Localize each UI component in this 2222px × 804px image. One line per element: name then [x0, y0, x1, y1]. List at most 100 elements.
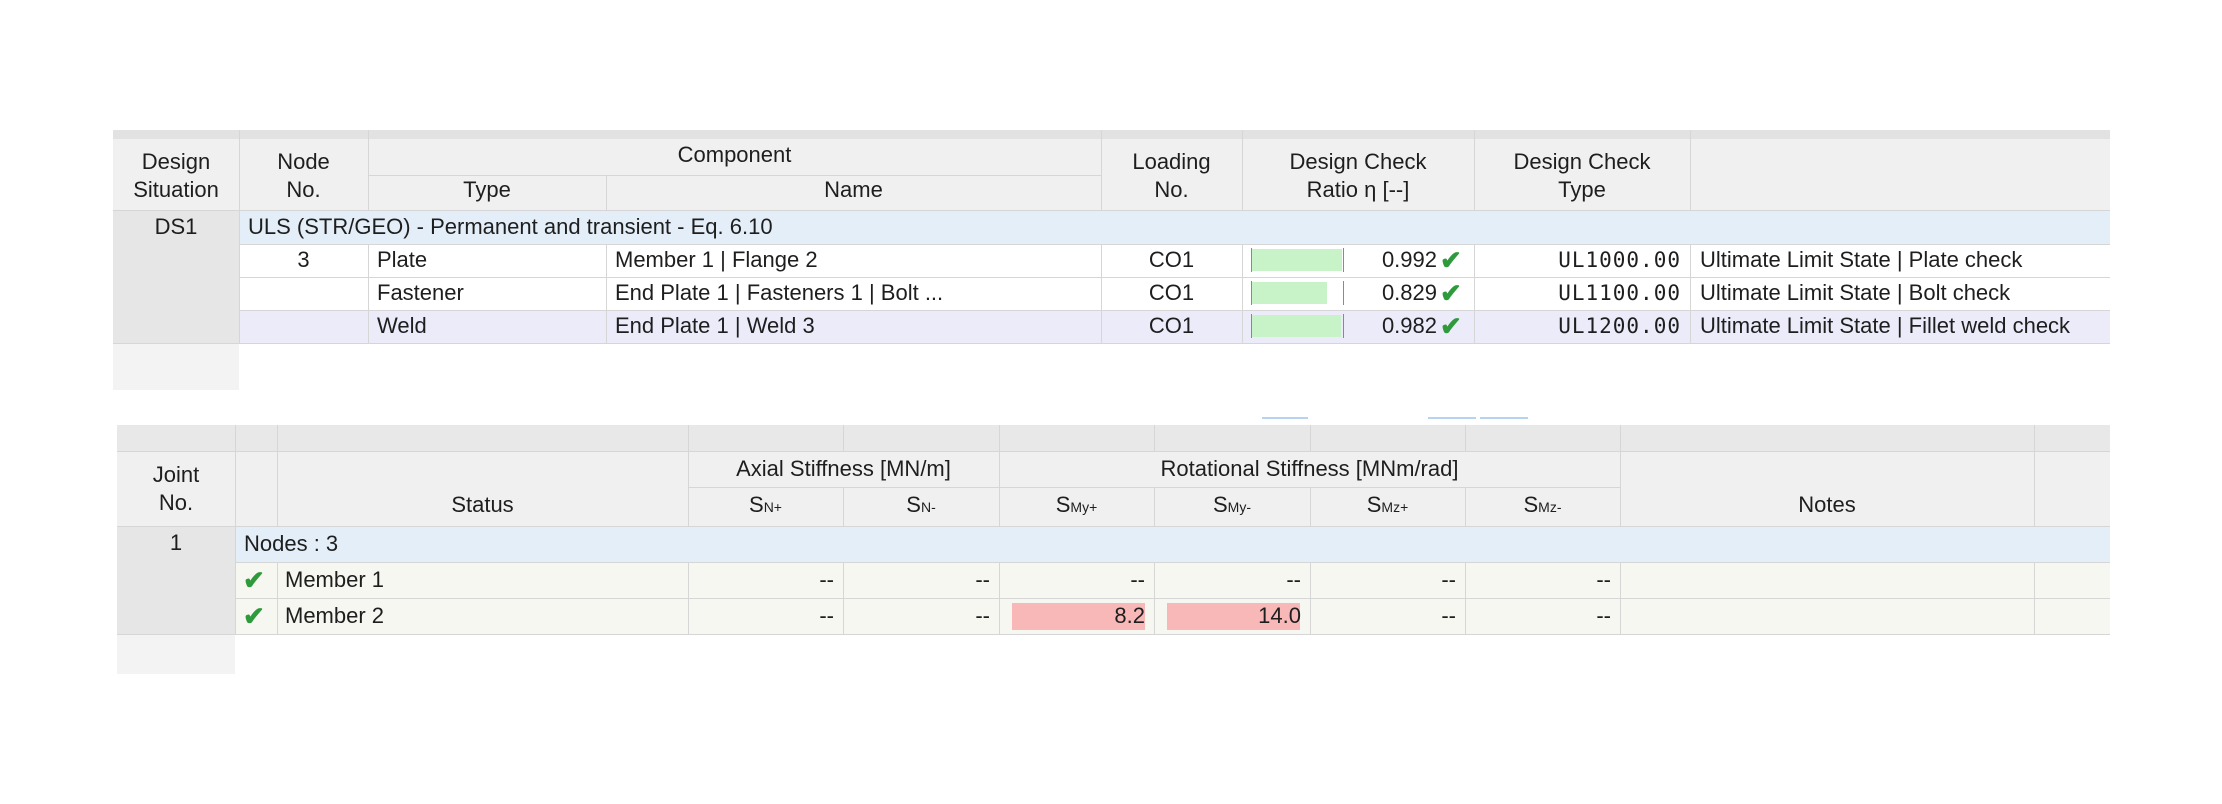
header-rotational-group: Rotational Stiffness [MNm/rad] [1160, 456, 1459, 481]
header-status[interactable]: Status [277, 491, 688, 519]
row-divider [113, 210, 2110, 211]
row-divider [117, 526, 2110, 527]
row-name: Member 1 | Flange 2 [615, 247, 818, 272]
splitter-mark [1262, 417, 1308, 419]
header-node-no[interactable]: Node No. [239, 148, 368, 204]
header-design-check-type[interactable]: Design Check Type [1474, 148, 1690, 204]
header-type[interactable]: Type [368, 176, 606, 204]
ratio-bar-fill [1252, 282, 1328, 304]
row-divider [239, 277, 2110, 278]
row-node: 3 [297, 247, 310, 272]
header-axial-group: Axial Stiffness [MN/m] [736, 456, 951, 481]
cell-smz-plus: -- [1441, 603, 1456, 628]
row-divider [235, 598, 2110, 599]
column-divider [1690, 130, 1691, 210]
row-check-type: UL1100.00 [1558, 281, 1681, 305]
joint-stiffness-table: Joint No. Status Axial Stiffness [MN/m] … [117, 425, 2110, 675]
header-notes[interactable]: Notes [1620, 491, 2034, 519]
cell-smz-minus: -- [1596, 603, 1611, 628]
check-icon: ✔ [1440, 278, 1462, 308]
header-top-strip [113, 130, 2110, 139]
joint-value[interactable]: 1 [117, 526, 235, 560]
row-divider [117, 634, 2110, 635]
header-loading-no[interactable]: Loading No. [1101, 148, 1242, 204]
row-description: Ultimate Limit State | Bolt check [1700, 280, 2011, 305]
check-icon: ✔ [243, 601, 265, 631]
row-description: Ultimate Limit State | Plate check [1700, 247, 2023, 272]
header-name[interactable]: Name [606, 176, 1101, 204]
header-top-strip [117, 425, 2110, 451]
column-divider [999, 425, 1000, 526]
row-divider [239, 310, 2110, 311]
ratio-bar [1251, 248, 1344, 272]
row-name: End Plate 1 | Weld 3 [615, 313, 815, 338]
row-check-type: UL1200.00 [1558, 314, 1681, 338]
cell-smy-minus: -- [1286, 567, 1301, 592]
row-member: Member 2 [285, 603, 385, 628]
header-component-group: Component [677, 142, 792, 167]
group-row-label: Nodes : 3 [244, 531, 339, 556]
header-smz-plus[interactable]: SMz+ [1310, 491, 1465, 521]
row-type: Weld [377, 313, 427, 338]
header-design-situation[interactable]: Design Situation [113, 148, 239, 204]
ratio-bar-fill [1252, 315, 1342, 337]
column-divider [1474, 130, 1475, 210]
column-divider [368, 130, 369, 210]
column-divider [1101, 130, 1102, 210]
row-loading: CO1 [1148, 313, 1195, 338]
row-ratio: 0.982 [1381, 313, 1437, 338]
header-sn-minus[interactable]: SN- [843, 491, 999, 521]
ratio-bar-fill [1252, 249, 1343, 271]
cell-sn-plus: -- [819, 567, 834, 592]
header-smz-minus[interactable]: SMz- [1465, 491, 1620, 521]
column-divider [277, 425, 278, 526]
column-divider [1154, 425, 1155, 451]
column-divider [1474, 244, 1475, 343]
column-divider [1242, 244, 1243, 343]
group-row[interactable] [235, 526, 2110, 562]
check-icon: ✔ [243, 565, 265, 595]
ratio-bar [1251, 314, 1344, 338]
column-divider [843, 425, 844, 451]
check-icon: ✔ [1440, 245, 1462, 275]
row-type: Plate [377, 247, 428, 272]
header-sn-plus[interactable]: SN+ [688, 491, 843, 521]
cell-smy-plus: -- [1130, 567, 1145, 592]
row-loading: CO1 [1148, 280, 1195, 305]
cell-smy-plus: 8.2 [1114, 603, 1145, 628]
row-description: Ultimate Limit State | Fillet weld check [1700, 313, 2071, 338]
column-divider [606, 175, 607, 210]
row-name: End Plate 1 | Fasteners 1 | Bolt ... [615, 280, 944, 305]
column-divider [235, 425, 236, 634]
row-check-type: UL1000.00 [1558, 248, 1681, 272]
cell-sn-plus: -- [819, 603, 834, 628]
situation-column-footer [113, 343, 239, 390]
header-smy-plus[interactable]: SMy+ [999, 491, 1154, 521]
column-divider [688, 425, 689, 526]
header-design-check-ratio[interactable]: Design Check Ratio η [--] [1242, 148, 1474, 204]
cell-sn-minus: -- [975, 567, 990, 592]
row-divider [368, 175, 1101, 176]
cell-smz-minus: -- [1596, 567, 1611, 592]
header-smy-minus[interactable]: SMy- [1154, 491, 1310, 521]
column-divider [1465, 425, 1466, 451]
column-divider [1310, 487, 1311, 526]
cell-smy-minus: 14.0 [1258, 603, 1301, 628]
cell-smz-plus: -- [1441, 567, 1456, 592]
row-divider [235, 562, 2110, 563]
situation-value[interactable]: DS1 [113, 210, 239, 244]
column-divider [1690, 244, 1691, 343]
column-divider [2034, 425, 2035, 526]
row-divider [688, 487, 1620, 488]
column-divider [1465, 487, 1466, 526]
joint-column-footer [117, 634, 235, 674]
row-loading: CO1 [1148, 247, 1195, 272]
row-ratio: 0.829 [1381, 280, 1437, 305]
header-joint-no[interactable]: Joint No. [117, 461, 235, 517]
row-divider [239, 244, 2110, 245]
column-divider [1101, 244, 1102, 343]
group-row-label: ULS (STR/GEO) - Permanent and transient … [248, 214, 773, 239]
splitter-mark [1480, 417, 1528, 419]
column-divider [239, 130, 240, 343]
row-ratio: 0.992 [1381, 247, 1437, 272]
